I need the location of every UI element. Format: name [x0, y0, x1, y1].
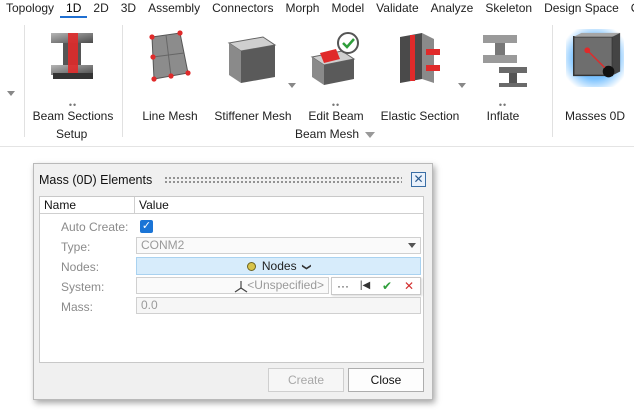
dialog-drag-handle[interactable]	[164, 176, 402, 184]
menu-validate[interactable]: Validate	[370, 0, 424, 18]
table-row-mass: Mass: 0.0	[40, 296, 423, 316]
masses-0d-label: Masses 0D	[564, 109, 626, 123]
auto-create-label: Auto Create:	[61, 220, 129, 234]
beam-sections-tool[interactable]: •• Beam Sections	[33, 29, 113, 123]
line-mesh-tool[interactable]: Line Mesh	[140, 29, 200, 123]
type-select-value: CONM2	[141, 238, 185, 252]
dialog-close-icon[interactable]: ✕	[411, 172, 426, 187]
table-row-nodes: Nodes: Nodes ❯	[40, 256, 423, 276]
auto-create-checkbox[interactable]: ✓	[140, 220, 153, 233]
coordinate-system-icon	[234, 281, 248, 293]
ribbon-left-arrow-icon[interactable]	[7, 91, 15, 96]
accept-check-icon[interactable]: ✔	[379, 280, 395, 292]
mass-value: 0.0	[136, 297, 421, 315]
chevron-down-icon: ❯	[301, 263, 312, 271]
table-header: Name Value	[40, 197, 423, 214]
table-row-type: Type: CONM2	[40, 236, 423, 256]
type-select[interactable]: CONM2	[136, 237, 421, 254]
type-label: Type:	[61, 240, 91, 254]
inflate-icon	[483, 35, 527, 87]
elastic-section-dropdown-icon[interactable]	[458, 83, 466, 88]
menu-topology[interactable]: Topology	[0, 0, 60, 18]
ribbon-separator	[552, 25, 553, 137]
group-expand-icon	[365, 131, 376, 138]
column-name-header: Name	[44, 198, 77, 212]
create-button[interactable]: Create	[268, 368, 344, 392]
nodes-selector-button[interactable]: Nodes ❯	[136, 257, 421, 275]
nodes-label: Nodes:	[61, 260, 100, 274]
table-row-system: System: <Unspecified> ··· |◀ ✔ ✕	[40, 276, 423, 296]
mass-input[interactable]: 0.0	[136, 297, 421, 314]
ribbon-separator	[122, 25, 123, 137]
menu-analyze[interactable]: Analyze	[425, 0, 480, 18]
stiffener-mesh-label: Stiffener Mesh	[214, 109, 292, 123]
column-value-header: Value	[139, 198, 169, 212]
reject-x-icon[interactable]: ✕	[401, 280, 417, 292]
system-toolbar: ··· |◀ ✔ ✕	[331, 277, 421, 295]
ribbon: •• Beam Sections Setup Line Mesh Stiffen…	[0, 19, 634, 147]
system-field-value: <Unspecified>	[247, 278, 324, 292]
stiffener-mesh-icon	[227, 36, 277, 83]
stiffener-mesh-dropdown-icon[interactable]	[288, 83, 296, 88]
mass-label: Mass:	[61, 300, 94, 314]
line-mesh-label: Line Mesh	[142, 109, 198, 123]
elastic-section-label: Elastic Section	[380, 109, 460, 123]
stiffener-mesh-tool[interactable]: Stiffener Mesh	[214, 29, 292, 123]
reset-first-icon[interactable]: |◀	[357, 280, 373, 292]
menu-1d[interactable]: 1D	[60, 0, 88, 18]
elastic-section-icon	[400, 33, 440, 83]
edit-beam-label: Edit Beam	[308, 109, 364, 123]
more-options-icon[interactable]: ···	[335, 280, 351, 292]
menu-skeleton[interactable]: Skeleton	[479, 0, 538, 18]
menu-connectors[interactable]: Connectors	[206, 0, 279, 18]
masses-0d-tool[interactable]: Masses 0D	[565, 29, 625, 123]
elastic-section-tool[interactable]: Elastic Section	[381, 29, 459, 123]
beam-section-icon	[51, 33, 93, 79]
menu-model[interactable]: Model	[325, 0, 370, 18]
group-setup-label: Setup	[56, 127, 88, 141]
nodes-selector-label: Nodes	[261, 259, 297, 273]
group-beam-mesh-text: Beam Mesh	[295, 127, 360, 141]
table-row-auto-create: Auto Create: ✓	[40, 216, 423, 236]
chevron-down-icon	[408, 243, 416, 248]
ribbon-separator	[24, 25, 25, 137]
edit-beam-icon	[310, 32, 359, 85]
line-mesh-icon	[149, 30, 191, 82]
inflate-label: Inflate	[486, 109, 520, 123]
dialog-title: Mass (0D) Elements	[39, 173, 153, 187]
menu-morph[interactable]: Morph	[279, 0, 325, 18]
system-value: <Unspecified> ··· |◀ ✔ ✕	[136, 277, 421, 295]
menu-assembly[interactable]: Assembly	[142, 0, 206, 18]
properties-table: Name Value Auto Create: ✓ Type: CONM2 No…	[39, 196, 424, 363]
close-button[interactable]: Close	[348, 368, 424, 392]
beam-sections-label: Beam Sections	[32, 109, 114, 123]
edit-beam-tool[interactable]: •• Edit Beam	[306, 29, 366, 123]
inflate-tool[interactable]: •• Inflate	[473, 29, 533, 123]
menu-design-space[interactable]: Design Space	[538, 0, 625, 18]
menu-bar: Topology 1D 2D 3D Assembly Connectors Mo…	[0, 0, 634, 18]
system-field[interactable]: <Unspecified>	[136, 277, 329, 294]
type-value: CONM2	[136, 237, 421, 255]
system-label: System:	[61, 280, 105, 294]
node-icon	[246, 262, 256, 271]
menu-op[interactable]: Op	[625, 0, 634, 18]
menu-2d[interactable]: 2D	[87, 0, 114, 18]
group-beam-mesh-label[interactable]: Beam Mesh	[295, 127, 376, 141]
nodes-value: Nodes ❯	[136, 257, 421, 275]
menu-3d[interactable]: 3D	[115, 0, 142, 18]
masses-0d-icon	[566, 29, 624, 87]
mass-elements-dialog: Mass (0D) Elements ✕ Name Value Auto Cre…	[33, 163, 433, 400]
column-divider[interactable]	[134, 197, 135, 214]
